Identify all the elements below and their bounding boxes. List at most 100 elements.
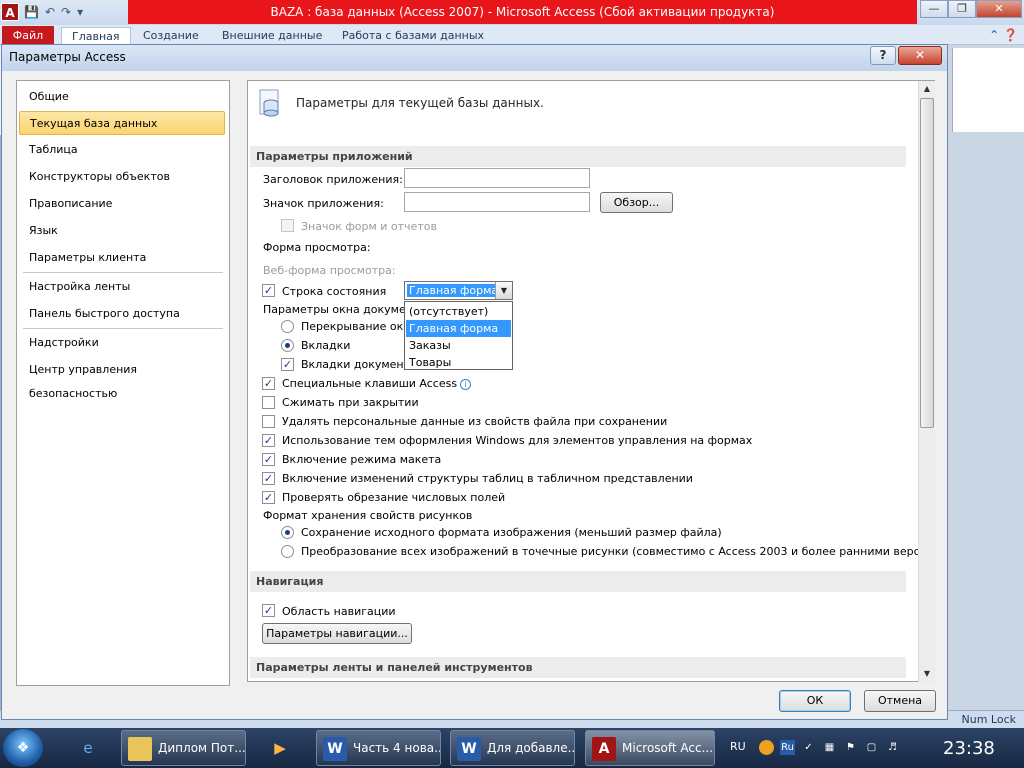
browse-button[interactable]: Обзор... <box>600 192 673 213</box>
minimize-icon[interactable]: — <box>920 0 948 18</box>
app-icon-input[interactable] <box>404 192 590 212</box>
options-content-panel: Параметры для текущей базы данных. Парам… <box>247 80 935 682</box>
sidebar-item-current-database[interactable]: Текущая база данных <box>19 111 225 135</box>
app-icon-label: Значок приложения: <box>263 197 384 210</box>
navigation-pane-label: Область навигации <box>282 605 396 618</box>
word-icon: W <box>323 736 347 761</box>
special-keys-checkbox[interactable]: ✓ <box>262 377 275 390</box>
web-form-label: Веб-форма просмотра: <box>263 264 396 277</box>
scroll-down-icon[interactable]: ▼ <box>919 666 935 682</box>
media-player-icon[interactable]: ▶ <box>258 732 302 764</box>
window-title: BAZA : база данных (Access 2007) - Micro… <box>128 0 917 24</box>
close-window-icon[interactable]: ✕ <box>976 0 1022 18</box>
section-ribbon-toolbar-options: Параметры ленты и панелей инструментов <box>250 657 906 678</box>
remove-personal-info-checkbox[interactable] <box>262 415 275 428</box>
navigation-pane-checkbox[interactable]: ✓ <box>262 604 275 617</box>
section-navigation: Навигация <box>250 571 906 592</box>
compact-on-close-checkbox[interactable] <box>262 396 275 409</box>
internet-explorer-icon[interactable]: e <box>66 732 110 764</box>
sidebar-item-customize-ribbon[interactable]: Настройка ленты <box>19 275 225 299</box>
redo-icon[interactable]: ↷ <box>61 5 71 19</box>
dialog-title: Параметры Access <box>9 50 126 64</box>
access-icon: A <box>592 736 616 761</box>
customize-qat-icon[interactable]: ▾ <box>77 5 83 19</box>
display-icon[interactable]: ▢ <box>864 740 879 755</box>
access-app-icon[interactable]: A <box>1 3 19 21</box>
tab-create[interactable]: Создание <box>143 27 199 45</box>
taskbar-task-word-2[interactable]: W Для добавле... <box>450 730 575 766</box>
themed-controls-checkbox[interactable]: ✓ <box>262 434 275 447</box>
sidebar-item-general[interactable]: Общие <box>19 85 225 109</box>
sidebar-item-quick-access-toolbar[interactable]: Панель быстрого доступа <box>19 302 225 326</box>
tabbed-documents-label: Вкладки <box>301 339 351 352</box>
dropdown-option-main-form[interactable]: Главная форма <box>406 320 511 337</box>
window-controls: — ❐ ✕ <box>920 0 1022 18</box>
chevron-down-icon[interactable]: ▼ <box>495 282 512 299</box>
volume-icon[interactable]: ♬ <box>885 740 900 755</box>
compact-on-close-label: Сжимать при закрытии <box>282 396 419 409</box>
language-indicator[interactable]: RU <box>730 740 746 753</box>
sidebar-item-object-designers[interactable]: Конструкторы объектов <box>19 165 225 189</box>
tray-icons: Ru ✓ ▦ ⚑ ▢ ♬ <box>759 740 900 755</box>
status-bar-checkbox[interactable]: ✓ <box>262 284 275 297</box>
layout-view-checkbox[interactable]: ✓ <box>262 453 275 466</box>
restore-icon[interactable]: ❐ <box>948 0 976 18</box>
network-icon[interactable]: ▦ <box>822 740 837 755</box>
icon-forms-checkbox[interactable] <box>281 219 294 232</box>
sidebar-item-proofing[interactable]: Правописание <box>19 192 225 216</box>
ok-button[interactable]: ОК <box>779 690 851 712</box>
app-title-input[interactable] <box>404 168 590 188</box>
navigation-options-button[interactable]: Параметры навигации... <box>262 623 412 644</box>
start-button[interactable]: ❖ <box>3 729 43 767</box>
convert-bitmap-radio[interactable] <box>281 545 294 558</box>
tab-file[interactable]: Файл <box>2 26 54 45</box>
sidebar-item-language[interactable]: Язык <box>19 219 225 243</box>
scroll-up-icon[interactable]: ▲ <box>919 81 935 97</box>
scrollbar-thumb[interactable] <box>920 98 934 428</box>
taskbar: ❖ e Диплом Пот... ▶ W Часть 4 нова... W Дл… <box>0 728 1024 768</box>
tab-database-tools[interactable]: Работа с базами данных <box>342 27 484 45</box>
sidebar-item-trust-center[interactable]: Центр управления безопасностью <box>19 358 225 400</box>
word-icon: W <box>457 736 481 761</box>
convert-bitmap-label: Преобразование всех изображений в точечн… <box>301 545 935 558</box>
database-options-icon <box>259 89 279 117</box>
tab-external-data[interactable]: Внешние данные <box>222 27 322 45</box>
dialog-help-button[interactable]: ? <box>870 46 896 65</box>
action-center-icon[interactable]: ⚑ <box>843 740 858 755</box>
tabbed-documents-radio[interactable] <box>281 339 294 352</box>
document-tabs-checkbox[interactable]: ✓ <box>281 358 294 371</box>
taskbar-task-access[interactable]: A Microsoft Acc... <box>585 730 715 766</box>
sidebar-item-client-settings[interactable]: Параметры клиента <box>19 246 225 270</box>
info-icon[interactable]: i <box>460 378 472 390</box>
dropdown-option-orders[interactable]: Заказы <box>406 337 511 354</box>
update-icon[interactable] <box>759 740 774 755</box>
dialog-close-button[interactable]: ✕ <box>898 46 942 65</box>
truncated-fields-checkbox[interactable]: ✓ <box>262 491 275 504</box>
save-icon[interactable]: 💾 <box>24 5 39 19</box>
overlapping-windows-radio[interactable] <box>281 320 294 333</box>
access-title-bar: A 💾 ↶ ↷ ▾ BAZA : база данных (Access 200… <box>0 0 1024 25</box>
preserve-format-radio[interactable] <box>281 526 294 539</box>
dropdown-option-none[interactable]: (отсутствует) <box>406 303 511 320</box>
tab-home[interactable]: Главная <box>61 27 131 45</box>
sidebar-item-add-ins[interactable]: Надстройки <box>19 331 225 355</box>
sidebar-item-datasheet[interactable]: Таблица <box>19 138 225 162</box>
design-changes-checkbox[interactable]: ✓ <box>262 472 275 485</box>
keyboard-layout-icon[interactable]: Ru <box>780 740 795 755</box>
document-window-label: Параметры окна документа <box>263 303 427 316</box>
taskbar-task-word-1[interactable]: W Часть 4 нова... <box>316 730 441 766</box>
taskbar-task-label: Microsoft Acc... <box>622 741 714 755</box>
dropdown-option-products[interactable]: Товары <box>406 354 511 371</box>
clock[interactable]: 23:38 <box>943 738 995 759</box>
display-form-select[interactable]: Главная форма ▼ <box>404 281 513 300</box>
layout-view-label: Включение режима макета <box>282 453 442 466</box>
shield-check-icon[interactable]: ✓ <box>801 740 816 755</box>
taskbar-task-folder[interactable]: Диплом Пот... <box>121 730 246 766</box>
special-keys-row: Специальные клавиши Access i <box>282 377 472 391</box>
undo-icon[interactable]: ↶ <box>45 5 55 19</box>
ribbon-collapse-icon[interactable]: ⌃ ❓ <box>989 28 1018 42</box>
content-scrollbar[interactable]: ▲ ▼ <box>918 81 935 683</box>
design-changes-label: Включение изменений структуры таблиц в т… <box>282 472 693 485</box>
cancel-button[interactable]: Отмена <box>864 690 936 712</box>
help-icon[interactable]: ❓ <box>1003 28 1018 42</box>
